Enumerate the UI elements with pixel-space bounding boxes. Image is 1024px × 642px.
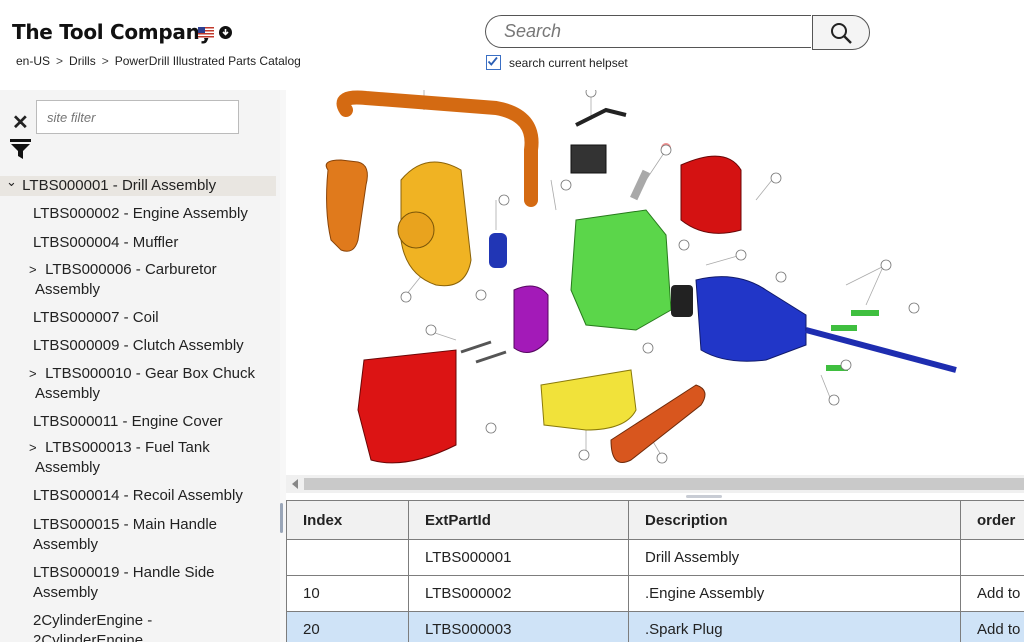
cell-order[interactable] xyxy=(960,539,1024,576)
header: The Tool Company en-US > Drills > PowerD… xyxy=(0,0,1024,90)
download-icon[interactable] xyxy=(219,26,232,39)
tree-node[interactable]: LTBS000002 - Engine Assembly xyxy=(0,204,280,224)
tree-node-label: LTBS000007 - Coil xyxy=(33,309,159,326)
tree-node-label-continued: Assembly xyxy=(33,584,99,601)
filter-icon[interactable] xyxy=(10,139,32,161)
parts-illustration[interactable] xyxy=(286,90,1024,475)
tree-node-label-continued: Assembly xyxy=(33,536,99,553)
cell-index: 10 xyxy=(286,575,409,612)
tree-node-label: LTBS000006 - Carburetor xyxy=(45,261,217,278)
tree-node-label: LTBS000002 - Engine Assembly xyxy=(33,205,248,222)
tree-node-label-continued: Assembly xyxy=(35,459,101,476)
tree-node-label: LTBS000004 - Muffler xyxy=(33,234,179,251)
cell-description: .Engine Assembly xyxy=(628,575,961,612)
search-bar xyxy=(485,15,871,50)
parts-table-container: Index ExtPartId Description order LTBS00… xyxy=(286,500,1024,642)
search-input[interactable] xyxy=(485,15,811,48)
breadcrumb-locale[interactable]: en-US xyxy=(16,54,50,68)
add-to-cart-link[interactable]: Add to xyxy=(960,611,1024,642)
table-row[interactable]: 10 LTBS000002 .Engine Assembly Add to xyxy=(286,575,1024,612)
tree-node-label: LTBS000011 - Engine Cover xyxy=(33,413,223,430)
diagram-horizontal-scrollbar[interactable] xyxy=(286,475,1024,493)
tree-node-label: 2CylinderEngine - xyxy=(33,612,153,629)
tree-node-label-continued: Assembly xyxy=(35,281,101,298)
tree-node[interactable]: > LTBS000013 - Fuel Tank Assembly xyxy=(0,438,280,478)
tree-node[interactable]: LTBS000015 - Main Handle Assembly xyxy=(0,515,280,555)
tree-node-label: LTBS000001 - Drill Assembly xyxy=(22,177,217,194)
chevron-right-icon[interactable]: > xyxy=(29,260,41,280)
tree-node-label: LTBS000014 - Recoil Assembly xyxy=(33,487,243,504)
tree-node-label: LTBS000010 - Gear Box Chuck xyxy=(45,365,256,382)
chevron-right-icon: > xyxy=(101,54,109,68)
tree-node[interactable]: ⌄ LTBS000001 - Drill Assembly xyxy=(0,174,276,196)
add-to-cart-link[interactable]: Add to xyxy=(960,575,1024,612)
breadcrumb-drills[interactable]: Drills xyxy=(69,54,96,68)
column-header-extpartid[interactable]: ExtPartId xyxy=(408,500,629,540)
table-row[interactable]: LTBS000001 Drill Assembly xyxy=(286,539,1024,576)
column-header-description[interactable]: Description xyxy=(628,500,961,540)
chevron-right-icon: > xyxy=(56,54,64,68)
site-filter-input[interactable] xyxy=(36,100,239,134)
tree-node[interactable]: LTBS000009 - Clutch Assembly xyxy=(0,336,280,356)
helpset-checkbox[interactable] xyxy=(486,55,501,70)
tree-node-label: LTBS000009 - Clutch Assembly xyxy=(33,337,244,354)
tree-node-label: LTBS000019 - Handle Side xyxy=(33,564,215,581)
cell-index xyxy=(286,539,409,576)
tree-node-label-continued: 2CylinderEngine xyxy=(33,632,144,642)
cell-extpartid: LTBS000001 xyxy=(408,539,629,576)
tree-node-label: LTBS000013 - Fuel Tank xyxy=(45,439,210,456)
column-header-order[interactable]: order xyxy=(960,500,1024,540)
chevron-right-icon[interactable]: > xyxy=(29,364,41,384)
exploded-drill-diagram xyxy=(325,90,957,464)
breadcrumb: en-US > Drills > PowerDrill Illustrated … xyxy=(16,54,301,68)
tree-node[interactable]: LTBS000007 - Coil xyxy=(0,308,280,328)
sidebar: ✕ ⌄ LTBS000001 - Drill AssemblyLTBS00000… xyxy=(0,90,280,642)
pane-splitter-handle[interactable] xyxy=(686,495,722,498)
cell-extpartid: LTBS000003 xyxy=(408,611,629,642)
tree-node-label-continued: Assembly xyxy=(35,385,101,402)
cell-description: Drill Assembly xyxy=(628,539,961,576)
us-flag-icon[interactable] xyxy=(198,27,214,38)
close-icon[interactable]: ✕ xyxy=(12,110,29,135)
tree-node[interactable]: LTBS000004 - Muffler xyxy=(0,233,280,253)
tree-node[interactable]: LTBS000011 - Engine Cover xyxy=(0,412,280,432)
tree-node[interactable]: > LTBS000006 - Carburetor Assembly xyxy=(0,260,280,300)
tree-node[interactable]: LTBS000019 - Handle Side Assembly xyxy=(0,563,280,603)
cell-extpartid: LTBS000002 xyxy=(408,575,629,612)
chevron-down-icon[interactable]: ⌄ xyxy=(6,172,18,192)
breadcrumb-catalog[interactable]: PowerDrill Illustrated Parts Catalog xyxy=(115,54,301,68)
scrollbar-thumb[interactable] xyxy=(304,478,1024,490)
table-row-selected[interactable]: 20 LTBS000003 .Spark Plug Add to xyxy=(286,611,1024,642)
tree-node[interactable]: > LTBS000010 - Gear Box Chuck Assembly xyxy=(0,364,280,404)
tree-node[interactable]: LTBS000014 - Recoil Assembly xyxy=(0,486,280,506)
sidebar-resize-handle[interactable] xyxy=(280,503,283,533)
helpset-option: search current helpset xyxy=(486,55,628,70)
cell-description: .Spark Plug xyxy=(628,611,961,642)
tree-node-label: LTBS000015 - Main Handle xyxy=(33,516,217,533)
search-button[interactable] xyxy=(812,15,870,50)
cell-index: 20 xyxy=(286,611,409,642)
chevron-right-icon[interactable]: > xyxy=(29,438,41,458)
scroll-left-icon[interactable] xyxy=(292,479,298,489)
checkmark-icon xyxy=(487,56,498,66)
helpset-label: search current helpset xyxy=(509,55,628,70)
tree-node[interactable]: 2CylinderEngine - 2CylinderEngine xyxy=(0,611,280,642)
parts-table: Index ExtPartId Description order LTBS00… xyxy=(286,500,1024,642)
column-header-index[interactable]: Index xyxy=(286,500,409,540)
table-header-row: Index ExtPartId Description order xyxy=(286,500,1024,540)
brand-title[interactable]: The Tool Company xyxy=(12,20,213,44)
search-icon xyxy=(831,22,852,44)
